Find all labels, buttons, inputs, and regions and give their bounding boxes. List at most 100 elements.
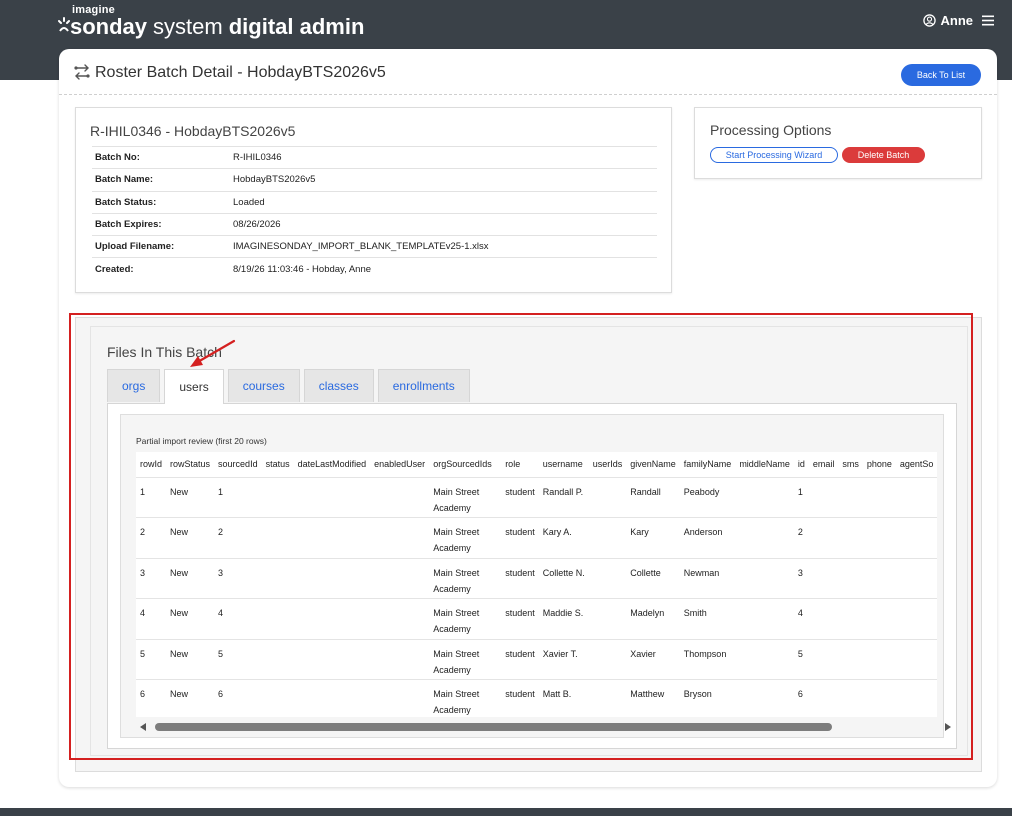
table-cell: Main Street Academy: [429, 477, 502, 519]
table-cell: [735, 517, 794, 559]
table-cell: Anderson: [679, 517, 736, 559]
table-cell: 3: [793, 558, 809, 600]
scrollbar-thumb[interactable]: [155, 723, 832, 731]
table-cell: [862, 639, 896, 681]
column-header: rowId: [136, 452, 167, 478]
card-header: Roster Batch Detail - HobdayBTS2026v5 Ba…: [59, 49, 997, 95]
table-cell: [293, 477, 371, 519]
tab-courses[interactable]: courses: [227, 369, 300, 402]
user-menu[interactable]: Anne: [922, 13, 994, 28]
scroll-right-icon[interactable]: [945, 723, 951, 731]
table-cell: [261, 517, 294, 559]
batch-info-panel: R-IHIL0346 - HobdayBTS2026v5 Batch No: R-…: [75, 107, 672, 293]
table-cell: New: [166, 679, 215, 717]
horizontal-scrollbar[interactable]: [136, 722, 955, 732]
table-cell: [588, 598, 627, 640]
table-row[interactable]: 2 New 2 Main Street Academy student Kary A. Ka…: [136, 517, 938, 559]
preview-label: Partial import review (first 20 rows): [136, 436, 267, 446]
sunburst-logo-icon: [58, 17, 70, 32]
table-cell: [895, 639, 938, 681]
tab-users[interactable]: users: [164, 369, 224, 404]
table-cell: 2: [214, 517, 262, 559]
table-cell: student: [501, 558, 539, 600]
scroll-left-icon[interactable]: [140, 723, 146, 731]
table-cell: 5: [214, 639, 262, 681]
column-header: rowStatus: [166, 452, 215, 478]
table-row[interactable]: 3 New 3 Main Street Academy student Collette …: [136, 558, 938, 600]
table-cell: Main Street Academy: [429, 639, 502, 681]
column-header: phone: [862, 452, 896, 478]
hamburger-icon[interactable]: [982, 15, 994, 26]
logo-word-digital-admin: digital admin: [228, 14, 365, 39]
table-cell: [735, 598, 794, 640]
batch-info-label: Batch Expires:: [92, 212, 233, 236]
preview-grid: rowId rowStatus sourcedId status dateLastMod…: [136, 452, 938, 717]
table-cell: [293, 517, 371, 559]
batch-info-row: Batch Name: HobdayBTS2026v5: [92, 168, 657, 192]
table-cell: Randall: [626, 477, 680, 519]
batch-info-row: Batch No: R-IHIL0346: [92, 145, 657, 169]
tab-orgs[interactable]: orgs: [107, 369, 161, 402]
table-row[interactable]: 4 New 4 Main Street Academy student Maddie S.…: [136, 598, 938, 640]
table-row[interactable]: 6 New 6 Main Street Academy student Matt B. Ma…: [136, 679, 938, 717]
table-cell: New: [166, 517, 215, 559]
start-processing-wizard-button[interactable]: Start Processing Wizard: [710, 147, 838, 163]
table-cell: Collette N.: [538, 558, 589, 600]
column-header: familyName: [679, 452, 736, 478]
table-cell: [895, 477, 938, 519]
tab-content: Partial import review (first 20 rows) ro…: [107, 403, 957, 749]
table-cell: [862, 517, 896, 559]
tab-enrollments[interactable]: enrollments: [377, 369, 470, 402]
file-tabs: orgs users courses classes enrollments: [107, 369, 474, 404]
table-cell: student: [501, 598, 539, 640]
table-cell: [370, 639, 430, 681]
logo-word-system: system: [153, 14, 223, 39]
batch-info-row: Created: 8/19/26 11:03:46 - Hobday, Anne: [92, 257, 657, 281]
table-cell: [838, 598, 863, 640]
column-header: middleName: [735, 452, 794, 478]
table-cell: Madelyn: [626, 598, 680, 640]
table-row[interactable]: 5 New 5 Main Street Academy student Xavier T.…: [136, 639, 938, 681]
column-header: dateLastModified: [293, 452, 371, 478]
table-cell: [293, 598, 371, 640]
app-logo[interactable]: imagine sonday system digital admin: [58, 4, 364, 40]
table-cell: 6: [793, 679, 809, 717]
table-cell: student: [501, 679, 539, 717]
back-to-list-button[interactable]: Back To List: [901, 64, 981, 86]
table-cell: Kary A.: [538, 517, 589, 559]
batch-info-value: Loaded: [233, 190, 657, 214]
table-cell: [261, 598, 294, 640]
column-header: userIds: [588, 452, 627, 478]
table-row[interactable]: 1 New 1 Main Street Academy student Randall P…: [136, 477, 938, 519]
table-cell: Main Street Academy: [429, 679, 502, 717]
column-header: orgSourcedIds: [429, 452, 502, 478]
table-cell: New: [166, 639, 215, 681]
preview-box: Partial import review (first 20 rows) ro…: [120, 414, 951, 738]
table-cell: [370, 517, 430, 559]
table-cell: [293, 679, 371, 717]
table-cell: New: [166, 477, 215, 519]
delete-batch-button[interactable]: Delete Batch: [842, 147, 925, 163]
batch-info-row: Upload Filename: IMAGINESONDAY_IMPORT_BLA…: [92, 235, 657, 258]
table-cell: 4: [136, 598, 167, 640]
batch-info-row: Batch Status: Loaded: [92, 190, 657, 214]
table-cell: Smith: [679, 598, 736, 640]
batch-info-label: Batch Status:: [92, 190, 233, 214]
annotation-arrow-icon: [190, 339, 236, 367]
table-cell: 6: [214, 679, 262, 717]
table-cell: [588, 517, 627, 559]
table-cell: student: [501, 639, 539, 681]
batch-info-value: R-IHIL0346: [233, 145, 657, 169]
table-cell: Xavier T.: [538, 639, 589, 681]
files-panel: Files In This Batch orgs users courses clas…: [75, 317, 982, 772]
table-cell: Bryson: [679, 679, 736, 717]
table-cell: 3: [136, 558, 167, 600]
column-header: status: [261, 452, 294, 478]
table-cell: 5: [136, 639, 167, 681]
preview-grid-scroll[interactable]: rowId rowStatus sourcedId status dateLastMod…: [136, 452, 957, 717]
table-cell: 4: [214, 598, 262, 640]
bottom-bar: [0, 808, 1012, 816]
tab-classes[interactable]: classes: [303, 369, 374, 402]
user-name: Anne: [940, 13, 974, 28]
files-inner: Files In This Batch orgs users courses clas…: [90, 326, 968, 756]
